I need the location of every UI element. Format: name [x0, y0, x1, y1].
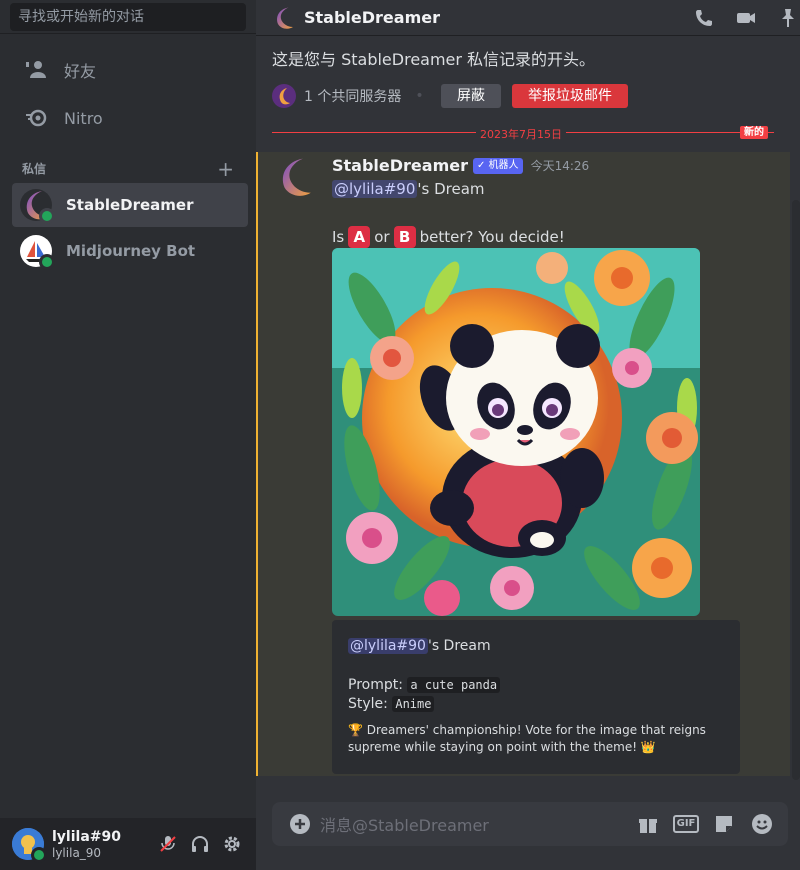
mute-mic-button[interactable] — [152, 828, 184, 860]
avatar — [20, 235, 55, 270]
gift-button[interactable] — [636, 812, 660, 836]
deafen-button[interactable] — [184, 828, 216, 860]
online-status-icon — [39, 254, 55, 270]
search-bar-wrapper: 寻找或开始新的对话 — [0, 0, 256, 34]
search-input[interactable]: 寻找或开始新的对话 — [10, 3, 246, 31]
dm-header-label: 私信 — [22, 162, 47, 176]
channel-header: StableDreamer — [256, 0, 800, 36]
embed-title: @lylila#90's Dream — [348, 638, 491, 654]
dm-name: StableDreamer — [66, 196, 194, 214]
pinned-messages-button[interactable] — [776, 6, 800, 30]
sticker-icon — [716, 816, 732, 832]
user-mention[interactable]: @lylila#90 — [332, 180, 418, 198]
message-line-question: Is A or B better? You decide! — [332, 226, 565, 248]
message-header: StableDreamer ✓ 机器人 今天14:26 — [332, 156, 589, 175]
user-mention[interactable]: @lylila#90 — [348, 638, 428, 654]
prompt-value: a cute panda — [407, 677, 501, 693]
style-label: Style: — [348, 696, 388, 712]
emoji-button[interactable] — [750, 812, 774, 836]
online-status-icon — [31, 847, 47, 863]
generated-image[interactable] — [332, 248, 700, 616]
question-prefix: Is — [332, 228, 345, 246]
message-author[interactable]: StableDreamer — [332, 156, 468, 175]
mutual-servers[interactable]: 1 个共同服务器 • — [272, 84, 424, 108]
prompt-label: Prompt: — [348, 677, 403, 693]
dm-name: Midjourney Bot — [66, 242, 196, 260]
bot-badge: ✓ 机器人 — [473, 157, 523, 174]
embed-prompt: Prompt: a cute panda — [348, 677, 501, 693]
headphones-icon — [192, 836, 208, 852]
create-dm-button[interactable]: + — [217, 159, 234, 179]
mutual-servers-label: 1 个共同服务器 — [304, 89, 402, 105]
gear-icon — [224, 836, 240, 852]
style-value: Anime — [392, 696, 435, 712]
option-b-emoji: B — [393, 226, 416, 248]
dream-suffix: 's Dream — [427, 638, 491, 654]
dm-item-stabledreamer[interactable]: StableDreamer — [12, 183, 248, 227]
message-item: StableDreamer ✓ 机器人 今天14:26 @lylila#90's… — [256, 152, 790, 776]
plus-circle-icon — [290, 814, 310, 834]
message-embed: @lylila#90's Dream Prompt: a cute panda … — [332, 620, 740, 774]
user-tag: lylila_90 — [52, 845, 102, 860]
dm-intro-text: 这是您与 StableDreamer 私信记录的开头。 — [272, 50, 596, 69]
nav-item-label: 好友 — [64, 62, 97, 81]
sticker-button[interactable] — [712, 812, 736, 836]
pin-icon — [782, 8, 794, 27]
user-names: lylila#90 lylila_90 — [52, 829, 152, 860]
nitro-icon — [22, 104, 50, 132]
user-avatar[interactable] — [12, 828, 47, 863]
block-button[interactable]: 屏蔽 — [441, 84, 501, 108]
date-divider-label: 2023年7月15日 — [476, 126, 566, 142]
message-composer: 消息@StableDreamer GIF — [272, 802, 788, 846]
nav-item-label: Nitro — [64, 108, 103, 128]
crescent-moon-icon — [282, 158, 311, 196]
or-text: or — [374, 228, 390, 246]
question-suffix: better? You decide! — [419, 228, 565, 246]
gift-icon — [639, 819, 657, 833]
report-spam-button[interactable]: 举报垃圾邮件 — [512, 84, 628, 108]
phone-icon — [696, 9, 712, 26]
message-input[interactable]: 消息@StableDreamer — [320, 812, 636, 836]
chat-scrollbar[interactable] — [792, 200, 800, 780]
smiley-icon — [752, 814, 772, 834]
new-messages-badge: 新的 — [740, 126, 768, 139]
dream-suffix: 's Dream — [417, 180, 485, 198]
video-call-button[interactable] — [734, 6, 758, 30]
video-camera-icon — [737, 12, 755, 23]
dm-item-midjourney-bot[interactable]: Midjourney Bot — [12, 229, 248, 273]
message-avatar[interactable] — [274, 156, 316, 198]
gif-icon: GIF — [672, 815, 700, 833]
embed-champion-text: 🏆 Dreamers' championship! Vote for the i… — [348, 723, 706, 754]
server-avatar-icon — [272, 84, 296, 108]
mic-muted-icon — [160, 836, 176, 852]
message-timestamp: 今天14:26 — [530, 159, 590, 173]
separator-dot: • — [415, 88, 424, 104]
embed-style: Style: Anime — [348, 696, 435, 712]
attach-button[interactable] — [288, 812, 312, 836]
nav-item-friends[interactable]: 好友 — [12, 48, 248, 92]
gif-button[interactable]: GIF — [672, 812, 700, 836]
avatar — [20, 189, 55, 224]
user-settings-button[interactable] — [216, 828, 248, 860]
panda-artwork — [332, 248, 700, 616]
friends-icon — [22, 56, 50, 84]
sidebar: 寻找或开始新的对话 好友 Nitro 私信 + StableDreamer Mi… — [0, 0, 256, 870]
user-panel: lylila#90 lylila_90 — [0, 818, 256, 870]
dm-section-header: 私信 + — [22, 159, 234, 179]
username: lylila#90 — [52, 828, 121, 845]
message-line-dream: @lylila#90's Dream — [332, 180, 485, 198]
option-a-emoji: A — [348, 226, 371, 248]
crescent-moon-icon — [277, 7, 293, 29]
nav-item-nitro[interactable]: Nitro — [12, 96, 248, 140]
main-chat-area: StableDreamer 这是您与 StableDreamer 私信记录的开头… — [256, 0, 800, 870]
channel-title: StableDreamer — [304, 8, 440, 27]
online-status-icon — [39, 208, 55, 224]
voice-call-button[interactable] — [692, 6, 716, 30]
